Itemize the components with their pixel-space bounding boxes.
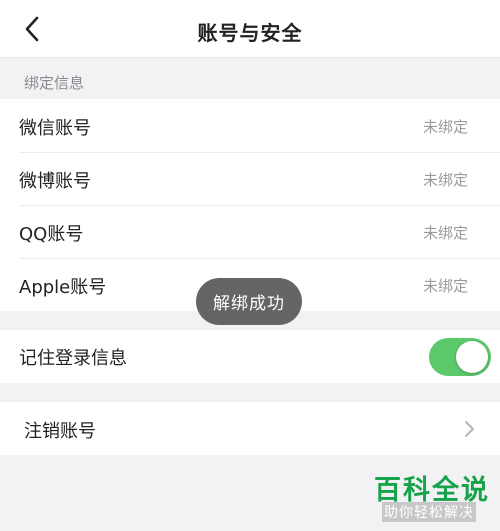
deactivate-section: 注销账号	[0, 402, 500, 455]
toggle-knob	[456, 341, 488, 373]
binding-row-qq[interactable]: QQ账号 未绑定	[0, 205, 500, 258]
row-status: 未绑定	[422, 277, 468, 295]
row-label: 微博账号	[19, 171, 91, 192]
row-label: 微信账号	[19, 118, 91, 139]
remember-login-toggle[interactable]	[429, 338, 491, 376]
deactivate-account-row[interactable]: 注销账号	[0, 402, 500, 455]
row-label: Apple账号	[19, 277, 107, 298]
row-status: 未绑定	[422, 118, 468, 136]
watermark-subtitle: 助你轻松解决	[382, 502, 476, 522]
chevron-right-icon	[465, 421, 474, 437]
binding-row-weibo[interactable]: 微博账号 未绑定	[0, 152, 500, 205]
deactivate-account-label: 注销账号	[24, 421, 96, 442]
toast-message: 解绑成功	[196, 278, 302, 325]
row-status: 未绑定	[422, 171, 468, 189]
remember-login-label: 记住登录信息	[19, 348, 127, 369]
section-label-binding: 绑定信息	[24, 74, 85, 92]
page-title: 账号与安全	[197, 21, 303, 45]
remember-login-section: 记住登录信息	[0, 330, 500, 383]
row-label: QQ账号	[19, 224, 84, 245]
remember-login-row: 记住登录信息	[0, 330, 500, 383]
binding-row-wechat[interactable]: 微信账号 未绑定	[0, 99, 500, 152]
watermark: 百科全说 助你轻松解决	[372, 466, 494, 526]
nav-bar: 账号与安全	[0, 0, 500, 58]
row-status: 未绑定	[422, 224, 468, 242]
